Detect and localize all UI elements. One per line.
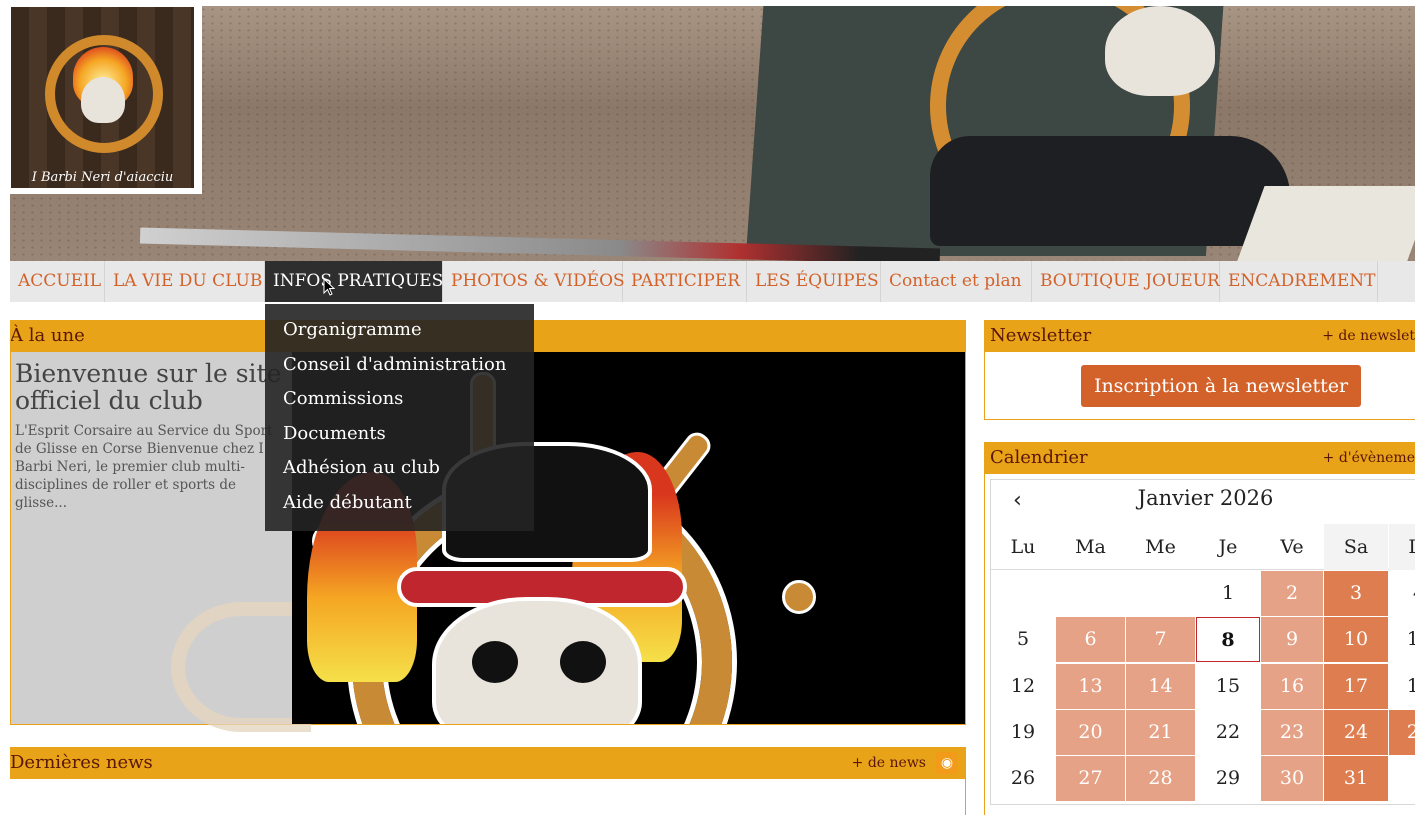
calendar-day[interactable]: 19	[991, 710, 1055, 755]
logo-image: I Barbi Neri d'aiacciu	[11, 7, 194, 188]
calendar-day[interactable]: 18	[1389, 664, 1415, 709]
weekday-je: Je	[1218, 536, 1238, 558]
faded-wheel-graphic	[171, 602, 311, 732]
infos-pratiques-dropdown: Organigramme Conseil d'administration Comm…	[265, 304, 534, 531]
nav-item-participer[interactable]: PARTICIPER	[623, 261, 747, 302]
dropdown-item-organigramme[interactable]: Organigramme	[265, 313, 534, 348]
calendar-section: ‹ Janvier 2026 LuMaMeJeVeSaDi 1234567891…	[984, 442, 1415, 815]
header-banner	[10, 6, 1415, 261]
club-logo[interactable]: I Barbi Neri d'aiacciu	[10, 6, 202, 194]
calendar-day[interactable]: 9	[1261, 617, 1323, 663]
nav-item-photos-vidéos[interactable]: PHOTOS & VIDÉOS	[443, 261, 625, 302]
dropdown-item-conseil-d-administration[interactable]: Conseil d'administration	[265, 348, 534, 383]
calendar-day[interactable]: 24	[1324, 709, 1388, 755]
dropdown-item-documents[interactable]: Documents	[265, 417, 534, 452]
nav-item-boutique-joueur[interactable]: BOUTIQUE JOUEUR	[1032, 261, 1220, 302]
calendar-day[interactable]: 7	[1126, 617, 1195, 663]
calendar-day[interactable]: 11	[1389, 617, 1415, 662]
calendar-day[interactable]: 27	[1056, 756, 1125, 802]
calendar-day[interactable]: 28	[1126, 756, 1195, 802]
logo-skull-icon	[81, 77, 125, 123]
nav-item-accueil[interactable]: ACCUEIL	[10, 261, 105, 302]
logo-text: I Barbi Neri d'aiacciu	[31, 170, 174, 185]
calendar-weekday-row: Lu Ma Me Je Ve SaDi	[991, 524, 1415, 570]
calendar-day[interactable]: 1	[1196, 571, 1260, 616]
skull-eye	[560, 641, 606, 683]
calendar-month-title: Janvier 2026	[1137, 486, 1274, 510]
calendar-day[interactable]: 4	[1389, 571, 1415, 616]
nav-item-contact-et-plan[interactable]: Contact et plan	[881, 261, 1032, 302]
calendar-day[interactable]: 15	[1196, 664, 1260, 709]
calendar-day[interactable]: 21	[1126, 709, 1195, 755]
calendar-widget: ‹ Janvier 2026 LuMaMeJeVeSaDi 1234567891…	[990, 479, 1415, 805]
dropdown-item-adhésion-au-club[interactable]: Adhésion au club	[265, 451, 534, 486]
une-title[interactable]: Bienvenue sur le site officiel du club	[15, 360, 288, 414]
newsletter-section: Inscription à la newsletter	[984, 320, 1415, 420]
skull-graphic	[432, 597, 642, 724]
dropdown-item-commissions[interactable]: Commissions	[265, 382, 534, 417]
calendar-day[interactable]: 14	[1126, 663, 1195, 709]
nav-item-les-équipes[interactable]: LES ÉQUIPES	[747, 261, 881, 302]
calendar-day[interactable]: 20	[1056, 709, 1125, 755]
calendar-day[interactable]: 26	[991, 756, 1055, 801]
mouse-cursor-icon	[323, 278, 335, 296]
calendar-day[interactable]: 12	[991, 664, 1055, 709]
dropdown-item-aide-débutant[interactable]: Aide débutant	[265, 486, 534, 521]
weekday-ma: Ma	[1075, 536, 1106, 558]
nav-item-la-vie-du-club[interactable]: LA VIE DU CLUB	[105, 261, 265, 302]
flag-skull-graphic	[1105, 6, 1215, 96]
calendar-day[interactable]: 13	[1056, 663, 1125, 709]
calendar-day[interactable]: 2	[1261, 571, 1323, 616]
stick-tape	[1235, 186, 1415, 261]
calendar-day[interactable]: 8	[1196, 617, 1260, 663]
weekday-di: Di	[1389, 524, 1415, 570]
weekday-ve: Ve	[1280, 536, 1304, 558]
wheel-knob	[782, 580, 816, 614]
roller-skate	[930, 136, 1290, 246]
calendar-day[interactable]: 25	[1389, 709, 1415, 755]
skull-eye	[472, 641, 518, 683]
calendar-day[interactable]: 30	[1261, 756, 1323, 802]
calendar-day[interactable]: 29	[1196, 756, 1260, 801]
une-text-panel[interactable]: Bienvenue sur le site officiel du club L…	[11, 352, 311, 732]
calendar-day[interactable]: 10	[1324, 617, 1388, 663]
calendar-day[interactable]: 31	[1324, 756, 1388, 802]
nav-item-encadrement[interactable]: ENCADREMENT	[1220, 261, 1378, 302]
une-description: L'Esprit Corsaire au Service du Sport de…	[15, 423, 273, 511]
newsletter-signup-button[interactable]: Inscription à la newsletter	[1081, 365, 1361, 407]
nav-item-infos-pratiques[interactable]: INFOS PRATIQUES	[265, 261, 443, 302]
main-nav: ACCUEIL LA VIE DU CLUB INFOS PRATIQUES PHOT…	[10, 261, 1415, 302]
calendar-day[interactable]: 23	[1261, 709, 1323, 755]
weekday-me: Me	[1145, 536, 1176, 558]
calendar-day[interactable]: 3	[1324, 571, 1388, 616]
news-section	[10, 747, 966, 815]
weekday-sa: Sa	[1324, 524, 1388, 570]
calendar-day[interactable]: 17	[1324, 663, 1388, 709]
calendar-day[interactable]: 6	[1056, 617, 1125, 663]
calendar-day[interactable]: 16	[1261, 663, 1323, 709]
calendar-day[interactable]: 5	[991, 617, 1055, 662]
weekday-lu: Lu	[1010, 536, 1036, 558]
calendar-day[interactable]: 22	[1196, 710, 1260, 755]
